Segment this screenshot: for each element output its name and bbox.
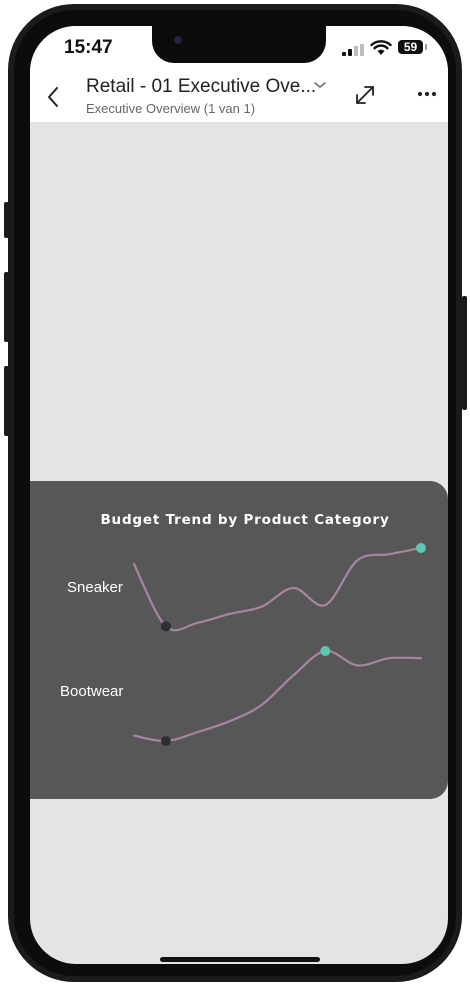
volume-up-button	[4, 272, 9, 342]
series-line-sneaker	[132, 546, 423, 632]
wifi-icon	[370, 40, 392, 55]
report-header: Retail - 01 Executive Ove... Executive O…	[30, 76, 448, 122]
battery-tip	[425, 44, 427, 50]
home-indicator	[160, 957, 320, 962]
page-subtitle: Executive Overview (1 van 1)	[86, 101, 256, 116]
chevron-down-icon[interactable]	[313, 80, 327, 90]
battery-icon: 59	[398, 40, 423, 54]
screen: 15:47 59 Retail - 01 Executive Ove... Ex…	[30, 26, 448, 964]
camera-icon	[174, 36, 182, 44]
ellipsis-icon[interactable]	[416, 84, 438, 104]
action-button	[4, 202, 9, 238]
chart-card[interactable]: Budget Trend by Product Category Sneaker…	[30, 481, 448, 799]
report-title[interactable]: Retail - 01 Executive Ove...	[86, 76, 316, 98]
expand-arrows-icon[interactable]	[352, 82, 378, 108]
cellular-signal-icon	[342, 44, 364, 56]
dynamic-island	[152, 26, 326, 63]
chart-plot	[132, 543, 426, 746]
max-point-bootwear[interactable]	[320, 646, 331, 656]
min-point-sneaker[interactable]	[160, 621, 171, 632]
status-time: 15:47	[64, 37, 113, 58]
max-point-sneaker[interactable]	[416, 543, 426, 553]
chevron-left-icon[interactable]	[42, 82, 64, 112]
side-button	[462, 296, 467, 410]
series-line-bootwear	[132, 649, 423, 743]
status-bar: 15:47 59	[30, 26, 448, 76]
volume-down-button	[4, 366, 9, 436]
min-point-bootwear[interactable]	[160, 736, 171, 746]
